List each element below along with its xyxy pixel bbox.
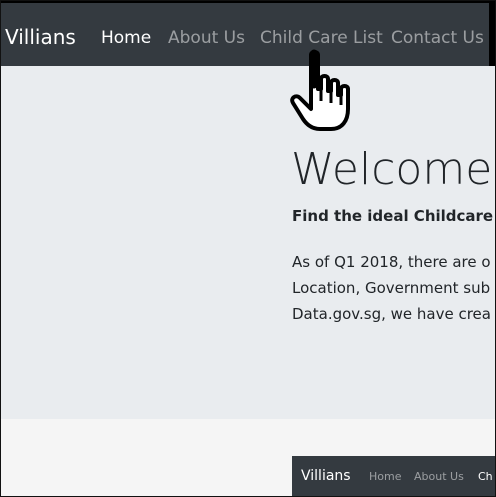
preview-nav-link-child-care[interactable]: Ch [478,470,493,483]
nav-link-child-care-list[interactable]: Child Care List [260,27,383,49]
hero-paragraph-line: Location, Government sub [292,279,491,297]
browser-viewport: Villians Home About Us Child Care List C… [0,0,496,497]
nav-link-contact-us[interactable]: Contact Us [391,27,484,49]
preview-nav-link-about-us[interactable]: About Us [414,470,464,483]
nav-link-about-us[interactable]: About Us [168,27,245,49]
nav-link-home[interactable]: Home [101,27,151,49]
preview-nav-link-home[interactable]: Home [369,470,401,483]
hero-paragraph-line: As of Q1 2018, there are o [292,253,491,271]
hero-jumbotron: Welcome t Find the ideal Childcare As of… [1,66,495,419]
hero-heading: Welcome t [291,144,495,195]
preview-navbar-brand[interactable]: Villians [301,468,351,484]
navbar-edge [489,3,495,66]
navbar-brand[interactable]: Villians [5,25,76,49]
hero-lead: Find the ideal Childcare [292,207,494,225]
top-navbar: Villians Home About Us Child Care List C… [1,1,495,66]
preview-navbar: Villians Home About Us Ch [292,456,495,496]
hero-paragraph-line: Data.gov.sg, we have crea [292,305,491,323]
